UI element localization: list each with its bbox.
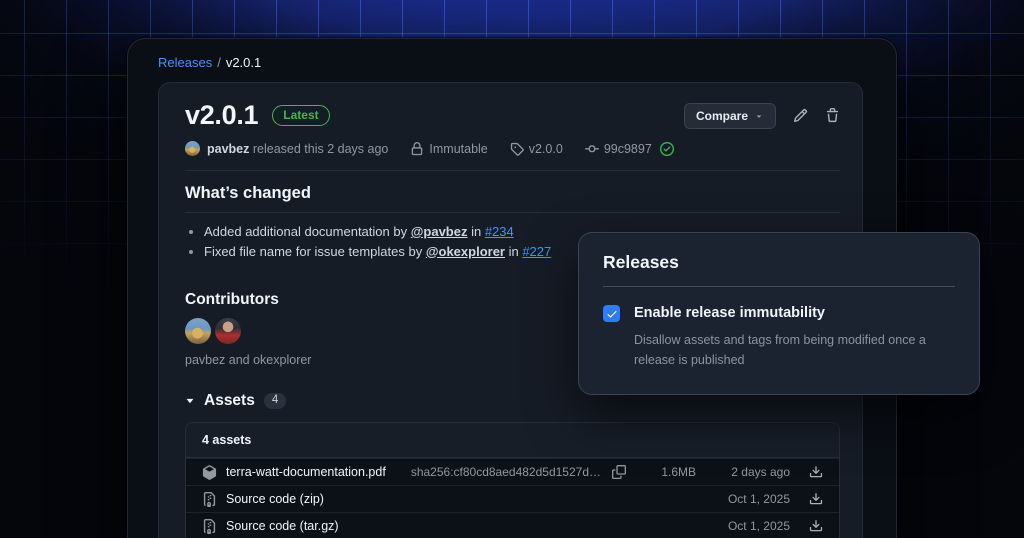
download-icon	[809, 519, 823, 533]
contributor-avatar-pavbez[interactable]	[185, 318, 211, 344]
commit-indicator: 99c9897	[585, 142, 674, 156]
changelog-text: in	[467, 224, 484, 239]
download-button[interactable]	[809, 519, 823, 533]
changelog-text: Added additional documentation by	[204, 224, 411, 239]
latest-badge: Latest	[272, 105, 329, 126]
author-avatar[interactable]	[185, 141, 200, 156]
asset-row: Source code (tar.gz) Oct 1, 2025	[186, 512, 839, 538]
chevron-down-icon	[754, 111, 764, 121]
lock-icon	[410, 142, 424, 156]
immutable-badge: Immutable	[410, 142, 487, 156]
download-button[interactable]	[809, 492, 823, 506]
package-icon	[202, 465, 217, 480]
contributor-avatar-okexplorer[interactable]	[215, 318, 241, 344]
commit-icon	[585, 142, 599, 156]
released-text: released this 2 days ago	[253, 142, 389, 156]
asset-size: 1.6MB	[640, 465, 696, 479]
immutability-setting: Enable release immutability Disallow ass…	[603, 304, 955, 370]
breadcrumb-current: v2.0.1	[226, 55, 261, 70]
release-meta: pavbez released this 2 days ago Immutabl…	[185, 141, 840, 156]
copy-icon	[612, 465, 626, 479]
compare-button-label: Compare	[696, 109, 748, 123]
release-title: v2.0.1	[185, 100, 258, 131]
file-zip-icon	[202, 519, 217, 534]
release-author: pavbez released this 2 days ago	[185, 141, 388, 156]
immutability-checkbox[interactable]	[603, 305, 620, 322]
commit-sha[interactable]: 99c9897	[604, 142, 652, 156]
tag-icon	[510, 142, 524, 156]
asset-date: Oct 1, 2025	[710, 492, 790, 506]
triangle-down-icon	[185, 396, 195, 406]
changelog-text: in	[505, 244, 522, 259]
release-header: v2.0.1 Latest Compare	[185, 100, 840, 131]
checkmark-icon	[606, 308, 618, 320]
user-link-okexplorer[interactable]: @okexplorer	[426, 244, 505, 259]
asset-link[interactable]: Source code (tar.gz)	[226, 519, 339, 533]
immutable-label: Immutable	[429, 142, 487, 156]
copy-sha-button[interactable]	[612, 465, 626, 479]
tag-indicator: v2.0.0	[510, 142, 563, 156]
asset-date: Oct 1, 2025	[710, 519, 790, 533]
file-zip-icon	[202, 492, 217, 507]
download-button[interactable]	[809, 465, 823, 479]
author-name[interactable]: pavbez	[207, 142, 249, 156]
compare-button[interactable]: Compare	[684, 103, 776, 129]
assets-table-header: 4 assets	[186, 423, 839, 458]
pr-link-227[interactable]: #227	[522, 244, 551, 259]
asset-link[interactable]: Source code (zip)	[226, 492, 324, 506]
verified-check-icon[interactable]	[660, 142, 674, 156]
trash-icon	[825, 108, 840, 123]
whats-changed-heading: What’s changed	[185, 184, 840, 213]
breadcrumb-releases-link[interactable]: Releases	[158, 55, 212, 70]
pencil-icon	[793, 108, 808, 123]
asset-row: terra-watt-documentation.pdf sha256:cf80…	[186, 458, 839, 485]
assets-table: 4 assets terra-watt-documentation.pdf sh…	[185, 422, 840, 538]
asset-date: 2 days ago	[710, 465, 790, 479]
popup-title: Releases	[603, 252, 955, 273]
user-link-pavbez[interactable]: @pavbez	[411, 224, 468, 239]
breadcrumb-separator: /	[217, 55, 221, 70]
changelog-text: Fixed file name for issue templates by	[204, 244, 426, 259]
immutability-description: Disallow assets and tags from being modi…	[634, 330, 955, 370]
header-divider	[185, 170, 840, 171]
breadcrumb: Releases / v2.0.1	[128, 39, 896, 70]
assets-count-badge: 4	[264, 393, 286, 409]
edit-release-button[interactable]	[793, 108, 808, 123]
tag-name: v2.0.0	[529, 142, 563, 156]
download-icon	[809, 492, 823, 506]
releases-settings-popup: Releases Enable release immutability Dis…	[578, 232, 980, 395]
asset-link[interactable]: terra-watt-documentation.pdf	[226, 465, 386, 479]
assets-heading: Assets	[204, 392, 255, 410]
immutability-label[interactable]: Enable release immutability	[634, 304, 955, 323]
asset-sha: sha256:cf80cd8aed482d5d1527d…	[411, 465, 601, 479]
asset-row: Source code (zip) Oct 1, 2025	[186, 485, 839, 512]
delete-release-button[interactable]	[825, 108, 840, 123]
download-icon	[809, 465, 823, 479]
pr-link-234[interactable]: #234	[485, 224, 514, 239]
popup-divider	[603, 286, 955, 287]
